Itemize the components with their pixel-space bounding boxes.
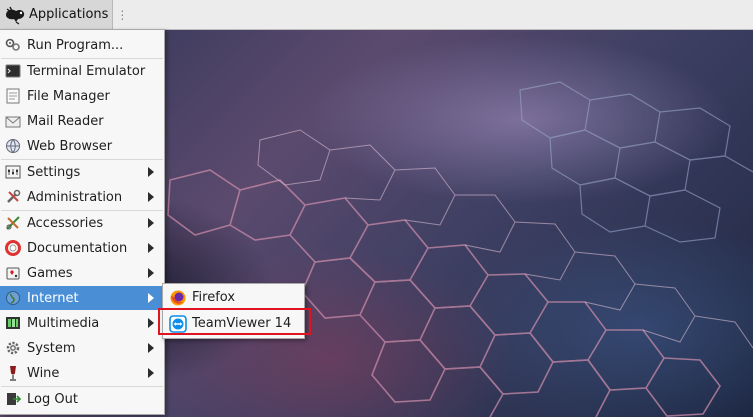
submenu-item-label: TeamViewer 14 (192, 316, 292, 331)
menu-item-label: Accessories (27, 215, 104, 231)
menu-item-run-program[interactable]: Run Program... (0, 33, 164, 57)
menu-item-label: Administration (27, 189, 123, 205)
games-icon (4, 264, 22, 282)
menu-item-settings[interactable]: Settings (0, 160, 164, 184)
submenu-arrow-icon (148, 268, 154, 278)
menu-item-label: Terminal Emulator (27, 63, 146, 79)
menu-item-label: File Manager (27, 88, 110, 104)
menu-item-games[interactable]: Games (0, 261, 164, 285)
menu-item-label: Web Browser (27, 138, 113, 154)
firefox-icon (169, 289, 187, 307)
mail-icon (4, 112, 22, 130)
administration-icon (4, 188, 22, 206)
panel-handle-icon[interactable]: ⋮ (116, 8, 128, 22)
submenu-arrow-icon (148, 243, 154, 253)
settings-icon (4, 163, 22, 181)
documentation-icon (4, 239, 22, 257)
menu-item-label: Log Out (27, 391, 78, 407)
menu-item-log-out[interactable]: Log Out (0, 387, 164, 411)
menu-item-wine[interactable]: Wine (0, 361, 164, 385)
system-icon (4, 339, 22, 357)
menu-item-label: Internet (27, 290, 79, 306)
log-out-icon (4, 390, 22, 408)
internet-submenu: Firefox TeamViewer 14 (162, 283, 305, 339)
menu-item-label: Games (27, 265, 73, 281)
wine-icon (4, 364, 22, 382)
internet-icon (4, 289, 22, 307)
submenu-arrow-icon (148, 218, 154, 228)
web-browser-icon (4, 137, 22, 155)
submenu-item-label: Firefox (192, 290, 236, 305)
applications-menu: Run Program... Terminal Emulator File Ma… (0, 29, 165, 415)
menu-item-label: Documentation (27, 240, 128, 256)
menu-item-multimedia[interactable]: Multimedia (0, 311, 164, 335)
top-panel: Applications ⋮ (0, 0, 753, 30)
submenu-arrow-icon (148, 192, 154, 202)
submenu-item-firefox[interactable]: Firefox (163, 285, 304, 310)
applications-menu-button[interactable]: Applications (0, 0, 114, 29)
menu-item-label: Settings (27, 164, 81, 180)
teamviewer-icon (169, 314, 187, 333)
menu-item-administration[interactable]: Administration (0, 185, 164, 209)
run-program-icon (4, 36, 22, 54)
menu-item-terminal-emulator[interactable]: Terminal Emulator (0, 59, 164, 83)
menu-item-label: System (27, 340, 76, 356)
menu-item-label: Run Program... (27, 37, 124, 53)
submenu-arrow-icon (148, 318, 154, 328)
file-manager-icon (4, 87, 22, 105)
xfce-mouse-icon (6, 6, 25, 24)
menu-item-label: Multimedia (27, 315, 100, 331)
submenu-arrow-icon (148, 167, 154, 177)
multimedia-icon (4, 314, 22, 332)
submenu-item-teamviewer[interactable]: TeamViewer 14 (163, 311, 304, 336)
menu-item-label: Mail Reader (27, 113, 104, 129)
menu-item-documentation[interactable]: Documentation (0, 236, 164, 260)
submenu-arrow-icon (148, 368, 154, 378)
menu-item-label: Wine (27, 365, 60, 381)
menu-item-file-manager[interactable]: File Manager (0, 84, 164, 108)
submenu-arrow-icon (148, 293, 154, 303)
terminal-icon (4, 62, 22, 80)
menu-item-internet[interactable]: Internet (0, 286, 164, 310)
applications-label: Applications (29, 7, 109, 22)
menu-item-accessories[interactable]: Accessories (0, 211, 164, 235)
submenu-arrow-icon (148, 343, 154, 353)
accessories-icon (4, 214, 22, 232)
menu-item-mail-reader[interactable]: Mail Reader (0, 109, 164, 133)
menu-item-system[interactable]: System (0, 336, 164, 360)
menu-item-web-browser[interactable]: Web Browser (0, 134, 164, 158)
